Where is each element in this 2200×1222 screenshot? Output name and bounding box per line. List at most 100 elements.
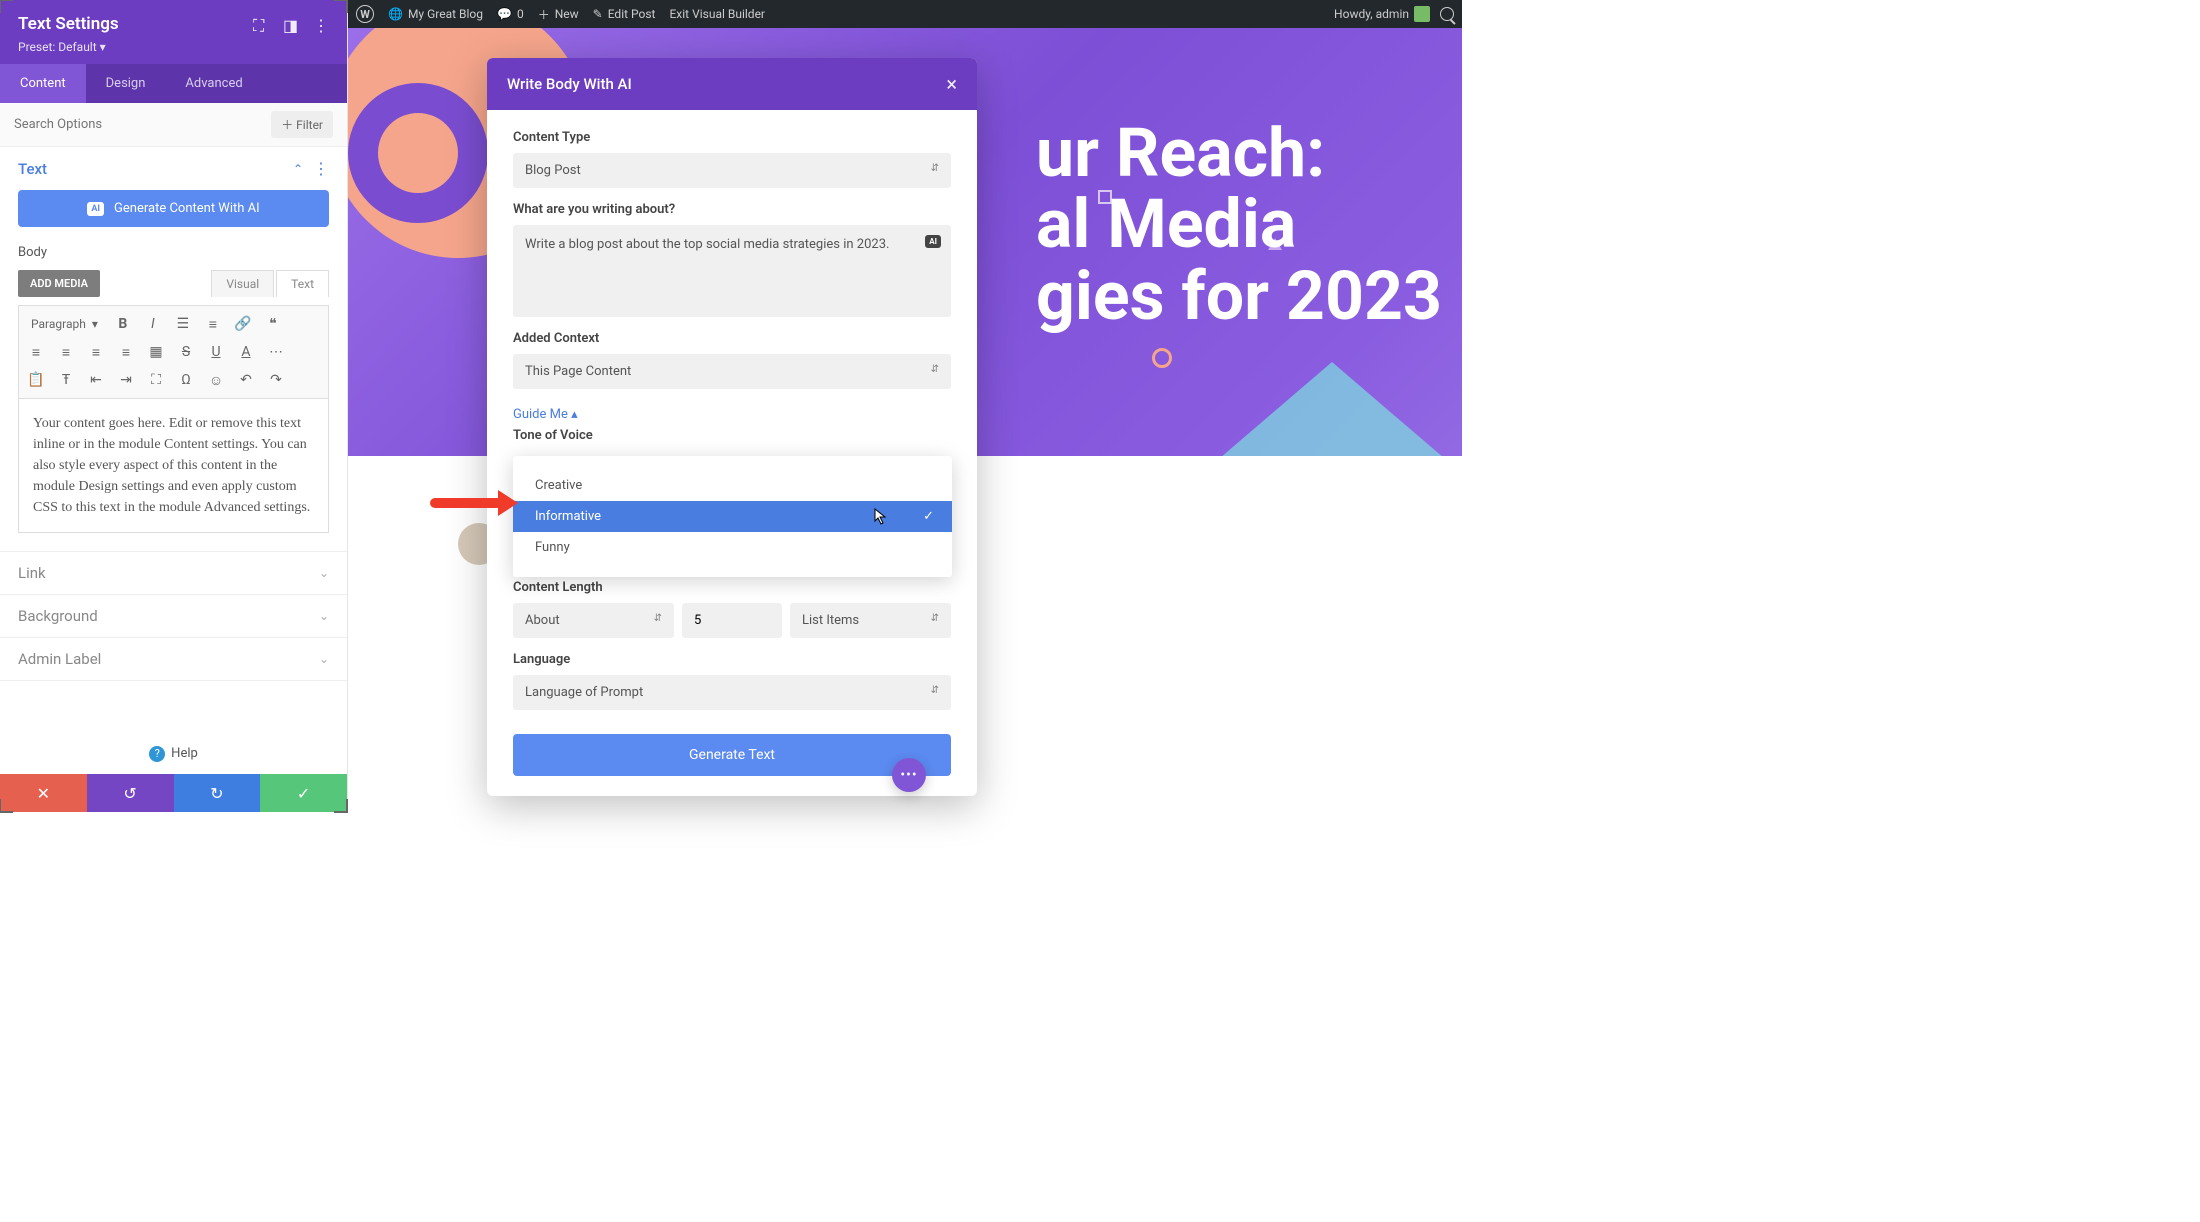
generate-content-ai-button[interactable]: AIGenerate Content With AI bbox=[18, 190, 329, 227]
about-label: What are you writing about? bbox=[513, 202, 951, 217]
guide-me-toggle[interactable]: Guide Me ▴ bbox=[513, 407, 578, 422]
decor-ring-small bbox=[1152, 348, 1172, 368]
generate-text-button[interactable]: Generate Text bbox=[513, 734, 951, 776]
more-icon[interactable]: ⋮ bbox=[313, 16, 329, 32]
clear-icon[interactable]: Ŧ bbox=[55, 369, 77, 391]
help-icon: ? bbox=[149, 746, 165, 762]
redo-button[interactable]: ↻ bbox=[174, 774, 261, 812]
underline-icon[interactable]: U bbox=[205, 341, 227, 363]
length-unit-select[interactable]: List Items bbox=[790, 603, 951, 638]
section-header[interactable]: Link ⌄ bbox=[0, 552, 347, 594]
howdy-user[interactable]: Howdy, admin bbox=[1334, 6, 1430, 22]
context-select[interactable]: This Page Content bbox=[513, 354, 951, 389]
preset-selector[interactable]: Preset: Default ▾ bbox=[18, 40, 329, 54]
tab-design[interactable]: Design bbox=[86, 64, 166, 103]
section-admin-label: Admin Label ⌄ bbox=[0, 638, 347, 681]
filter-button[interactable]: ＋ Filter bbox=[271, 111, 333, 138]
decor-ring bbox=[348, 83, 488, 223]
editor-tab-text[interactable]: Text bbox=[276, 270, 329, 297]
undo-button[interactable]: ↺ bbox=[87, 774, 174, 812]
textcolor-icon[interactable]: A bbox=[235, 341, 257, 363]
emoji-icon[interactable]: ☺ bbox=[205, 369, 227, 391]
section-label: Admin Label bbox=[18, 650, 101, 668]
action-bar: ✕ ↺ ↻ ✓ bbox=[0, 774, 347, 812]
hero-line: ur Reach: bbox=[1036, 118, 1442, 189]
content-type-select[interactable]: Blog Post bbox=[513, 153, 951, 188]
specialchar-icon[interactable]: Ω bbox=[175, 369, 197, 391]
edit-post-link[interactable]: ✎ Edit Post bbox=[593, 7, 656, 21]
hero-line: al Media bbox=[1036, 189, 1442, 260]
ai-icon[interactable]: AI bbox=[925, 235, 941, 248]
format-label: Paragraph bbox=[31, 317, 86, 331]
expand-icon[interactable]: ◨ bbox=[283, 16, 299, 32]
save-button[interactable]: ✓ bbox=[260, 774, 347, 812]
help-label: Help bbox=[171, 746, 198, 761]
strike-icon[interactable]: S bbox=[175, 341, 197, 363]
language-select[interactable]: Language of Prompt bbox=[513, 675, 951, 710]
about-textarea[interactable]: Write a blog post about the top social m… bbox=[513, 225, 951, 317]
panel-title: Text Settings bbox=[18, 14, 119, 34]
length-qualifier-value: About bbox=[525, 613, 560, 628]
align-right-icon[interactable]: ≡ bbox=[85, 341, 107, 363]
edit-post-label: Edit Post bbox=[608, 7, 656, 21]
add-media-button[interactable]: ADD MEDIA bbox=[18, 270, 100, 297]
search-row: ＋ Filter bbox=[0, 103, 347, 147]
tab-content[interactable]: Content bbox=[0, 64, 86, 103]
body-label: Body bbox=[18, 245, 329, 260]
quote-icon[interactable]: ❝ bbox=[262, 313, 284, 335]
italic-icon[interactable]: I bbox=[142, 313, 164, 335]
link-icon[interactable]: 🔗 bbox=[232, 313, 254, 335]
sidebar-body: Text ⌃ ⋮ AIGenerate Content With AI Body… bbox=[0, 147, 347, 734]
align-justify-icon[interactable]: ≡ bbox=[115, 341, 137, 363]
about-value: Write a blog post about the top social m… bbox=[525, 237, 889, 252]
align-left-icon[interactable]: ≡ bbox=[25, 341, 47, 363]
section-header[interactable]: Background ⌄ bbox=[0, 595, 347, 637]
outdent-icon[interactable]: ⇤ bbox=[85, 369, 107, 391]
comments-link[interactable]: 💬 0 bbox=[497, 7, 524, 21]
editor-content[interactable]: Your content goes here. Edit or remove t… bbox=[18, 399, 329, 533]
chevron-down-icon: ⌄ bbox=[319, 652, 329, 666]
content-length-label: Content Length bbox=[513, 580, 951, 595]
olist-icon[interactable]: ≡ bbox=[202, 313, 224, 335]
ulist-icon[interactable]: ☰ bbox=[172, 313, 194, 335]
language-value: Language of Prompt bbox=[525, 685, 643, 700]
indent-icon[interactable]: ⇥ bbox=[115, 369, 137, 391]
fullscreen-icon[interactable]: ⛶ bbox=[145, 369, 167, 391]
wp-admin-bar: W 🌐 My Great Blog 💬 0 ＋ New ✎ Edit Post … bbox=[348, 0, 1462, 28]
tone-option-creative[interactable]: Creative bbox=[513, 470, 952, 501]
bold-icon[interactable]: B bbox=[112, 313, 134, 335]
close-icon[interactable]: × bbox=[946, 72, 957, 96]
admin-search[interactable] bbox=[1440, 7, 1454, 21]
floating-action-button[interactable]: ••• bbox=[892, 758, 926, 792]
exit-visual-builder[interactable]: Exit Visual Builder bbox=[669, 7, 765, 21]
section-link: Link ⌄ bbox=[0, 552, 347, 595]
align-center-icon[interactable]: ≡ bbox=[55, 341, 77, 363]
length-qualifier-select[interactable]: About bbox=[513, 603, 674, 638]
section-more-icon[interactable]: ⋮ bbox=[313, 159, 329, 178]
section-header[interactable]: Admin Label ⌄ bbox=[0, 638, 347, 680]
new-link[interactable]: ＋ New bbox=[538, 6, 579, 23]
format-select[interactable]: Paragraph ▾ bbox=[25, 315, 104, 333]
editor-tab-visual[interactable]: Visual bbox=[211, 270, 274, 297]
help-link[interactable]: ? Help bbox=[0, 734, 347, 774]
wp-logo[interactable]: W bbox=[356, 5, 374, 23]
site-name[interactable]: 🌐 My Great Blog bbox=[388, 7, 483, 21]
more-toolbar-icon[interactable]: ⋯ bbox=[265, 341, 287, 363]
redo-icon[interactable]: ↷ bbox=[265, 369, 287, 391]
context-value: This Page Content bbox=[525, 364, 631, 379]
search-input[interactable] bbox=[14, 117, 271, 132]
annotation-arrow bbox=[430, 498, 502, 508]
content-type-value: Blog Post bbox=[525, 163, 581, 178]
comments-count: 0 bbox=[517, 7, 524, 21]
length-number-input[interactable] bbox=[682, 603, 782, 638]
tone-option-funny[interactable]: Funny bbox=[513, 532, 952, 563]
table-icon[interactable]: ▦ bbox=[145, 341, 167, 363]
cancel-button[interactable]: ✕ bbox=[0, 774, 87, 812]
focus-icon[interactable]: ⛶ bbox=[253, 16, 269, 32]
language-label: Language bbox=[513, 652, 951, 667]
section-label: Background bbox=[18, 607, 98, 625]
section-header[interactable]: Text ⌃ ⋮ bbox=[0, 147, 347, 190]
undo-icon[interactable]: ↶ bbox=[235, 369, 257, 391]
tab-advanced[interactable]: Advanced bbox=[165, 64, 262, 103]
paste-icon[interactable]: 📋 bbox=[25, 369, 47, 391]
